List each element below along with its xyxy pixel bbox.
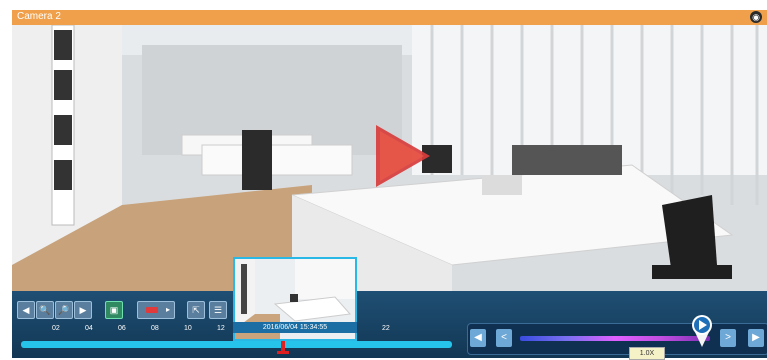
list-button[interactable]: ☰ bbox=[209, 301, 227, 319]
window-title: Camera 2 bbox=[17, 11, 61, 22]
video-frame[interactable] bbox=[12, 25, 767, 291]
speed-down-button[interactable]: < bbox=[496, 329, 512, 347]
speed-panel: ◀ < > ▶ bbox=[467, 315, 767, 355]
record-button[interactable]: ▸ bbox=[137, 301, 175, 319]
title-bar: Camera 2 ◉ bbox=[12, 10, 767, 25]
prev-button[interactable]: ◀ bbox=[17, 301, 35, 319]
tick-label: 08 bbox=[151, 325, 159, 332]
record-icon bbox=[146, 307, 158, 313]
tick-label: 10 bbox=[184, 325, 192, 332]
zoom-in-button[interactable]: 🔍 bbox=[36, 301, 54, 319]
speed-value: 1.0X bbox=[629, 347, 665, 360]
tick-label: 12 bbox=[217, 325, 225, 332]
export-button[interactable]: ⇱ bbox=[187, 301, 205, 319]
tick-label: 04 bbox=[85, 325, 93, 332]
zoom-out-button[interactable]: 🔎 bbox=[55, 301, 73, 319]
camera-viewer: Camera 2 ◉ ◀ 🔍 🔎 ▶ ▣ ▸ ⇱ ☰ 02 04 06 08 1… bbox=[0, 0, 767, 360]
speed-control: ◀ < > ▶ 1.0X bbox=[467, 315, 767, 360]
chevron-right-icon: ▸ bbox=[165, 305, 170, 314]
next-button[interactable]: ▶ bbox=[74, 301, 92, 319]
speed-prev-button[interactable]: ◀ bbox=[470, 329, 486, 347]
speed-next-button[interactable]: ▶ bbox=[748, 329, 764, 347]
speed-handle[interactable] bbox=[691, 314, 713, 348]
play-icon[interactable] bbox=[366, 123, 432, 189]
camera-button[interactable]: ▣ bbox=[105, 301, 123, 319]
tick-label: 02 bbox=[52, 325, 60, 332]
preview-timestamp: 2016/06/04 15:34:55 bbox=[233, 322, 357, 333]
tick-label: 06 bbox=[118, 325, 126, 332]
speed-up-button[interactable]: > bbox=[720, 329, 736, 347]
eye-icon[interactable]: ◉ bbox=[750, 11, 762, 23]
tick-label: 22 bbox=[382, 325, 390, 332]
timeline-bar[interactable] bbox=[21, 341, 452, 348]
speed-slider[interactable] bbox=[520, 315, 712, 347]
